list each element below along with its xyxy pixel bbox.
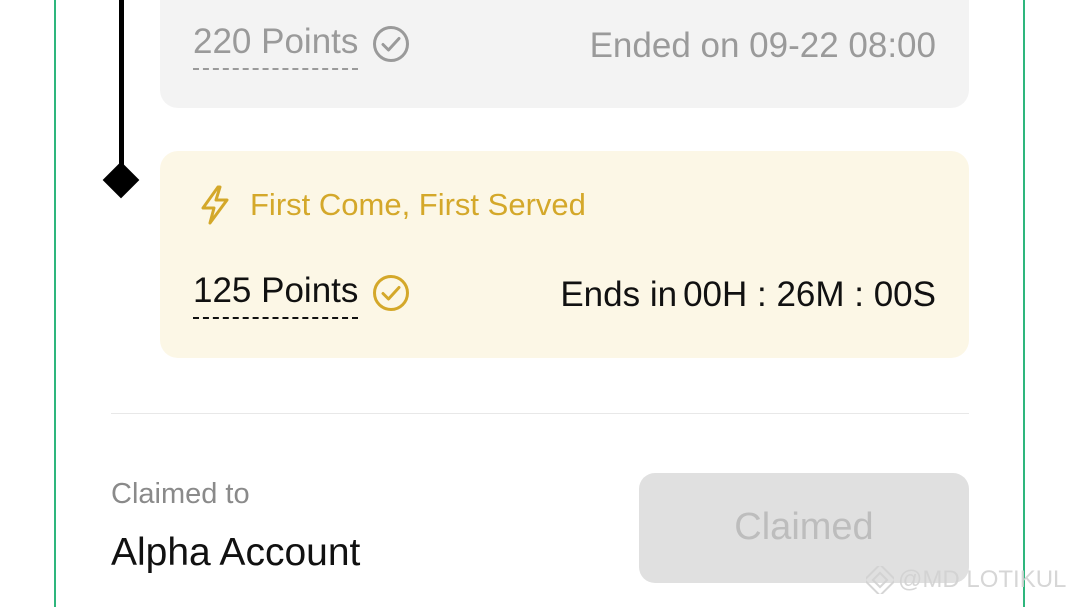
- timeline-line: [119, 0, 124, 170]
- frame-border-right: [1023, 0, 1025, 607]
- past-reward-status: Ended on 09-22 08:00: [589, 26, 936, 65]
- watermark: @MD LOTIKUL: [866, 565, 1066, 595]
- binance-logo-icon: [866, 566, 894, 594]
- reward-screen: 220 Points Ended on 09-22 08:00 First Co…: [0, 0, 1080, 607]
- fcfs-badge-label: First Come, First Served: [250, 187, 586, 222]
- lightning-bolt-icon: [201, 185, 229, 225]
- diamond-icon: [102, 161, 140, 199]
- active-points-value[interactable]: 125 Points: [193, 271, 359, 319]
- active-points-row: 125 Points: [193, 271, 410, 319]
- watermark-text: @MD LOTIKUL: [898, 566, 1067, 593]
- active-reward-card: First Come, First Served 125 Points Ends…: [160, 151, 969, 358]
- claimed-account-name: Alpha Account: [111, 531, 361, 574]
- countdown-timer: Ends in 00H : 26M : 00S: [560, 275, 936, 315]
- check-circle-icon: [373, 26, 410, 62]
- section-divider: [111, 413, 969, 414]
- countdown-label: Ends in: [560, 275, 678, 314]
- claimed-to-label: Claimed to: [111, 478, 250, 510]
- frame-border-left: [54, 0, 56, 607]
- countdown-value: 00H : 26M : 00S: [683, 275, 936, 314]
- past-points-value[interactable]: 220 Points: [193, 22, 359, 70]
- fcfs-badge: First Come, First Served: [198, 185, 586, 225]
- past-reward-card: 220 Points Ended on 09-22 08:00: [160, 0, 969, 108]
- check-circle-icon: [373, 275, 410, 311]
- past-points-row: 220 Points: [193, 22, 410, 70]
